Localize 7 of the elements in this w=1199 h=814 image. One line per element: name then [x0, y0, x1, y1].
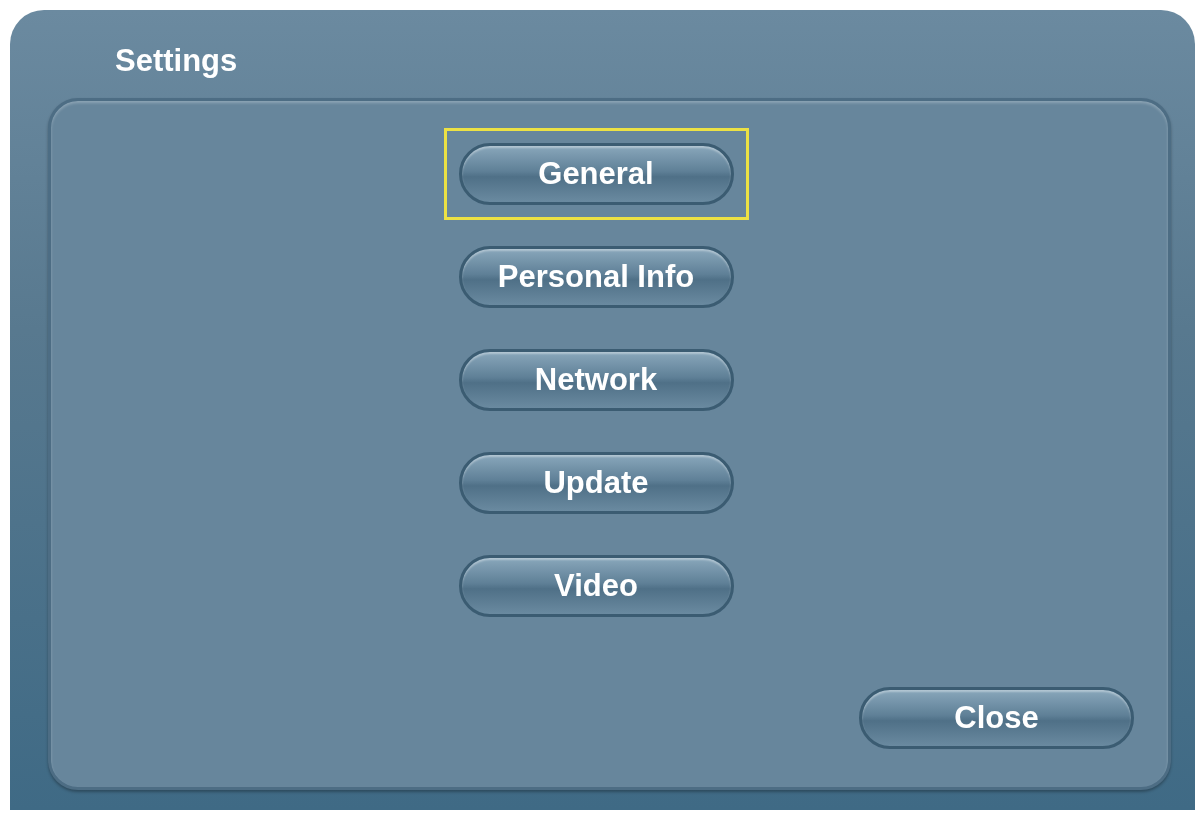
- window-title: Settings: [114, 42, 239, 80]
- menu-button[interactable]: General: [458, 143, 734, 205]
- close-button[interactable]: Close: [859, 687, 1134, 749]
- menu-button[interactable]: Personal Info: [458, 246, 734, 308]
- menu-button[interactable]: Network: [458, 349, 734, 411]
- menu-button[interactable]: Update: [458, 452, 734, 514]
- menu-button[interactable]: Video: [458, 555, 734, 617]
